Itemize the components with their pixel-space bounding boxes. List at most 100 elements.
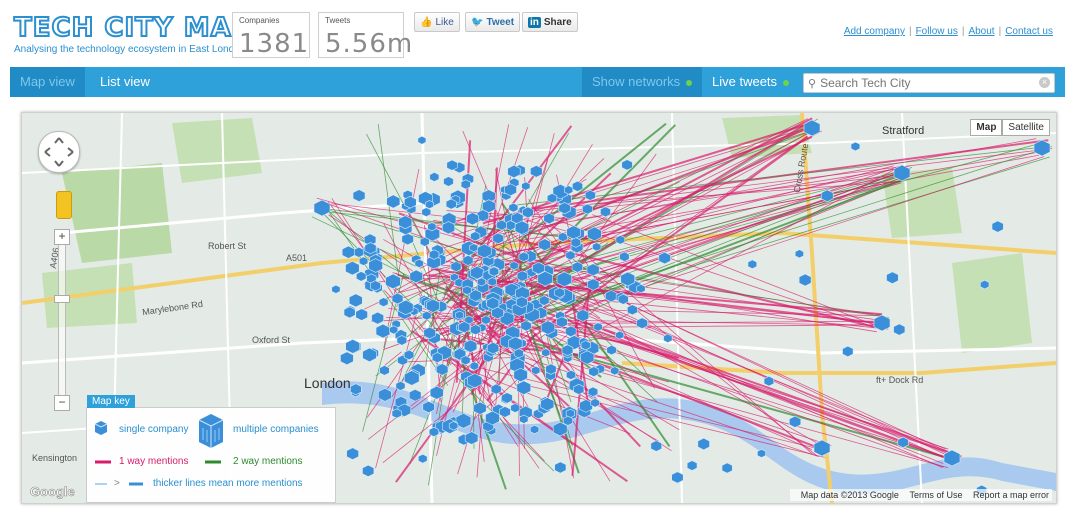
company-marker-icon[interactable] xyxy=(436,363,449,376)
company-marker-icon[interactable] xyxy=(455,310,464,320)
company-marker-icon[interactable] xyxy=(572,180,583,192)
company-marker-icon[interactable] xyxy=(358,256,369,266)
company-marker-icon[interactable] xyxy=(636,317,648,329)
company-marker-icon[interactable] xyxy=(428,426,439,437)
company-marker-icon[interactable] xyxy=(462,255,474,266)
company-marker-icon[interactable] xyxy=(587,278,600,291)
company-marker-icon[interactable] xyxy=(530,165,543,178)
company-marker-icon[interactable] xyxy=(516,270,528,282)
company-marker-icon[interactable] xyxy=(386,194,401,209)
tab-map-view[interactable]: Map view xyxy=(10,67,85,97)
company-marker-icon[interactable] xyxy=(343,306,356,319)
pan-control[interactable] xyxy=(38,131,80,173)
company-marker-icon[interactable] xyxy=(470,231,481,242)
company-marker-icon[interactable] xyxy=(355,308,368,321)
company-marker-icon[interactable] xyxy=(395,380,406,391)
company-marker-icon[interactable] xyxy=(408,388,422,402)
add-company-link[interactable]: Add company xyxy=(844,26,905,37)
company-marker-icon[interactable] xyxy=(460,179,471,190)
company-marker-icon[interactable] xyxy=(619,251,630,262)
company-marker-icon[interactable] xyxy=(763,375,775,387)
tweet-button[interactable]: 🐦 Tweet xyxy=(465,12,521,32)
company-marker-icon[interactable] xyxy=(893,323,906,336)
clear-search-icon[interactable]: × xyxy=(1039,77,1050,88)
company-marker-icon[interactable] xyxy=(663,333,673,343)
company-marker-icon[interactable] xyxy=(448,421,459,431)
company-marker-icon[interactable] xyxy=(466,212,480,226)
company-marker-icon[interactable] xyxy=(481,315,491,325)
company-marker-icon[interactable] xyxy=(509,261,519,271)
company-marker-icon[interactable] xyxy=(403,349,415,361)
company-marker-icon[interactable] xyxy=(554,461,567,474)
zoom-out-button[interactable]: − xyxy=(54,395,70,411)
company-marker-icon[interactable] xyxy=(562,415,573,426)
company-marker-icon[interactable] xyxy=(518,251,529,262)
zoom-in-button[interactable]: + xyxy=(54,229,70,245)
company-marker-icon[interactable] xyxy=(615,234,626,245)
company-marker-icon[interactable] xyxy=(499,406,511,418)
company-marker-icon[interactable] xyxy=(487,277,497,287)
company-marker-icon[interactable] xyxy=(426,298,440,313)
company-marker-icon[interactable] xyxy=(421,310,432,321)
company-marker-icon[interactable] xyxy=(593,322,603,332)
company-marker-icon[interactable] xyxy=(401,232,414,246)
site-logo[interactable]: TECH CITY MAP Analysing the technology e… xyxy=(13,13,252,55)
company-marker-icon[interactable] xyxy=(580,340,591,351)
company-marker-icon[interactable] xyxy=(352,189,366,202)
company-marker-icon[interactable] xyxy=(522,206,534,219)
company-marker-icon[interactable] xyxy=(501,392,513,404)
company-marker-icon[interactable] xyxy=(531,365,541,375)
company-marker-icon[interactable] xyxy=(370,280,381,292)
company-marker-icon[interactable] xyxy=(747,259,758,270)
company-marker-icon[interactable] xyxy=(510,403,521,413)
company-marker-icon[interactable] xyxy=(458,321,471,334)
company-marker-icon[interactable] xyxy=(378,387,392,402)
company-marker-icon[interactable] xyxy=(520,320,532,332)
company-marker-icon[interactable] xyxy=(423,326,436,340)
company-marker-icon[interactable] xyxy=(429,385,444,400)
company-marker-icon[interactable] xyxy=(897,436,909,449)
company-marker-icon[interactable] xyxy=(353,246,365,258)
company-marker-icon[interactable] xyxy=(492,232,504,245)
company-marker-icon[interactable] xyxy=(529,424,540,435)
company-marker-icon[interactable] xyxy=(543,212,555,225)
company-marker-icon[interactable] xyxy=(414,258,424,269)
contact-us-link[interactable]: Contact us xyxy=(1005,26,1053,37)
company-marker-icon[interactable] xyxy=(798,273,812,287)
company-marker-icon[interactable] xyxy=(378,297,389,307)
company-marker-icon[interactable] xyxy=(566,369,576,380)
company-marker-icon[interactable] xyxy=(425,200,434,210)
company-marker-icon[interactable] xyxy=(346,447,359,461)
company-marker-icon[interactable] xyxy=(362,464,375,477)
company-marker-icon[interactable] xyxy=(428,249,440,260)
company-marker-icon[interactable] xyxy=(600,206,611,218)
company-marker-icon[interactable] xyxy=(473,401,487,415)
company-marker-icon[interactable] xyxy=(409,269,423,284)
company-marker-icon[interactable] xyxy=(980,279,990,290)
company-marker-icon[interactable] xyxy=(565,325,577,338)
company-marker-icon[interactable] xyxy=(842,345,854,358)
company-marker-icon[interactable] xyxy=(582,203,593,215)
company-marker-icon[interactable] xyxy=(371,311,384,325)
zoom-slider-track[interactable] xyxy=(58,235,66,405)
company-marker-icon[interactable] xyxy=(538,295,550,306)
show-networks-toggle[interactable]: Show networks xyxy=(582,67,703,97)
company-marker-icon[interactable] xyxy=(441,221,456,235)
company-marker-icon[interactable] xyxy=(615,330,625,340)
company-marker-icon[interactable] xyxy=(532,261,545,275)
street-view-pegman-icon[interactable] xyxy=(56,191,72,219)
company-marker-icon[interactable] xyxy=(486,341,500,355)
company-marker-icon[interactable] xyxy=(418,453,428,464)
company-marker-icon[interactable] xyxy=(554,287,565,298)
about-link[interactable]: About xyxy=(968,26,994,37)
company-marker-icon[interactable] xyxy=(794,249,804,259)
company-marker-icon[interactable] xyxy=(470,324,481,336)
company-marker-icon[interactable] xyxy=(445,198,457,210)
company-marker-icon[interactable] xyxy=(341,245,355,259)
company-marker-icon[interactable] xyxy=(573,383,585,395)
follow-us-link[interactable]: Follow us xyxy=(916,26,958,37)
company-marker-icon[interactable] xyxy=(490,383,502,395)
company-marker-icon[interactable] xyxy=(584,189,596,201)
company-marker-icon[interactable] xyxy=(789,415,802,428)
company-marker-icon[interactable] xyxy=(541,348,551,358)
